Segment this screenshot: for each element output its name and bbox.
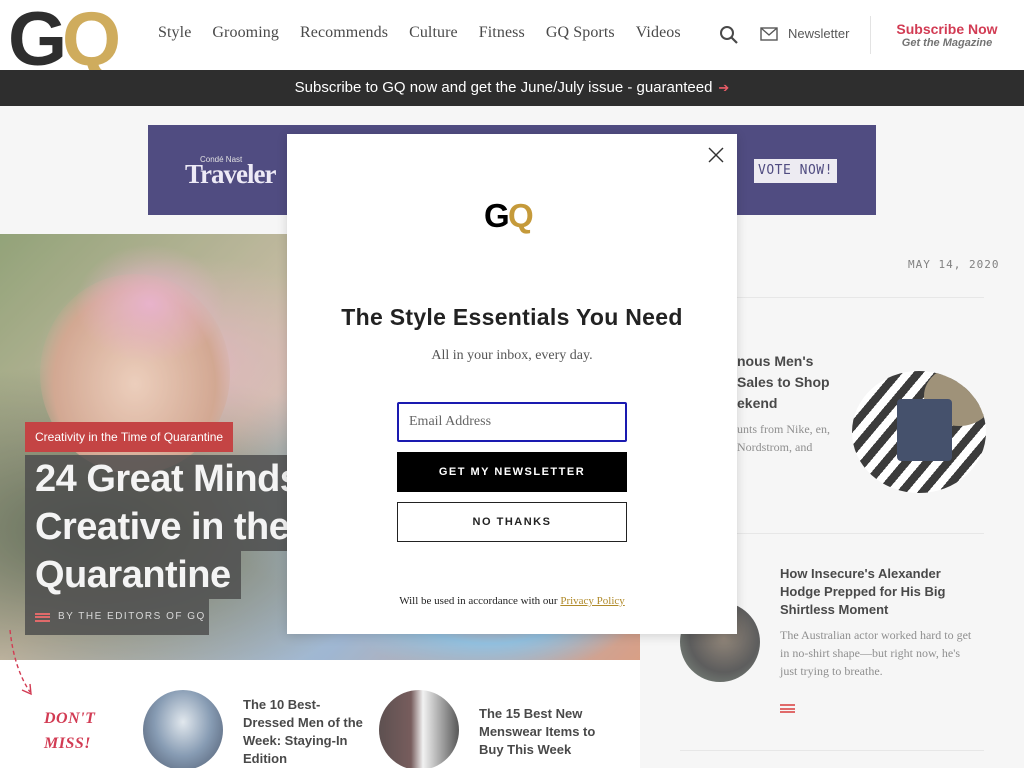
- logo-letter-g: G: [484, 197, 510, 234]
- get-newsletter-button[interactable]: GET MY NEWSLETTER: [397, 452, 627, 492]
- no-thanks-button[interactable]: NO THANKS: [397, 502, 627, 542]
- privacy-policy-link[interactable]: Privacy Policy: [560, 595, 624, 607]
- newsletter-modal: G Q The Style Essentials You Need All in…: [287, 134, 737, 634]
- logo-letter-q: Q: [508, 197, 534, 234]
- legal-prefix: Will be used in accordance with our: [399, 595, 561, 607]
- modal-subtitle: All in your inbox, every day.: [431, 348, 593, 363]
- modal-gq-logo: G Q: [484, 197, 544, 236]
- close-icon[interactable]: [707, 146, 725, 164]
- modal-legal-text: Will be used in accordance with our Priv…: [287, 594, 737, 609]
- modal-title: The Style Essentials You Need: [341, 304, 683, 330]
- email-field[interactable]: [397, 402, 627, 442]
